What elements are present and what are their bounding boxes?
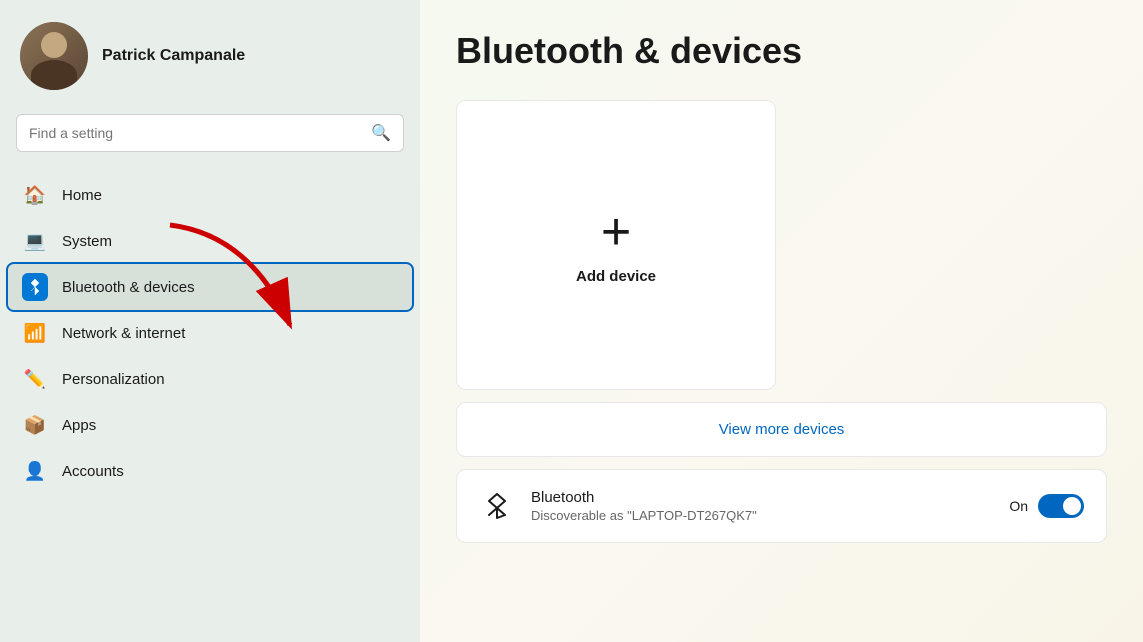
accounts-icon: 👤 [22,458,48,484]
bluetooth-status-label: On [1009,498,1028,514]
avatar [20,22,88,90]
apps-icon: 📦 [22,412,48,438]
search-input[interactable] [29,125,363,141]
system-icon: 💻 [22,228,48,254]
user-name: Patrick Campanale [102,47,245,65]
sidebar-item-personalization-label: Personalization [62,371,165,388]
page-title: Bluetooth & devices [456,30,1107,72]
sidebar-item-accounts[interactable]: 👤 Accounts [8,448,412,494]
network-icon: 📶 [22,320,48,346]
add-device-card[interactable]: + Add device [456,100,776,390]
sidebar-item-accounts-label: Accounts [62,463,124,480]
view-more-card[interactable]: View more devices [456,402,1107,457]
sidebar-item-home-label: Home [62,187,102,204]
sidebar-item-home[interactable]: 🏠 Home [8,172,412,218]
bluetooth-card-icon [479,488,515,524]
view-more-link[interactable]: View more devices [719,421,845,438]
sidebar-item-personalization[interactable]: ✏️ Personalization [8,356,412,402]
sidebar-item-network-label: Network & internet [62,325,185,342]
bluetooth-title: Bluetooth [531,489,993,506]
sidebar-item-bluetooth-label: Bluetooth & devices [62,279,195,296]
search-icon: 🔍 [371,123,391,143]
toggle-container: On [1009,494,1084,518]
bluetooth-card: Bluetooth Discoverable as "LAPTOP-DT267Q… [456,469,1107,543]
sidebar-item-system[interactable]: 💻 System [8,218,412,264]
nav-list: 🏠 Home 💻 System Bluetooth & devices [0,168,420,642]
add-device-label: Add device [576,268,656,285]
bluetooth-toggle[interactable] [1038,494,1084,518]
home-icon: 🏠 [22,182,48,208]
sidebar-item-network[interactable]: 📶 Network & internet [8,310,412,356]
search-box[interactable]: 🔍 [16,114,404,152]
sidebar-item-apps[interactable]: 📦 Apps [8,402,412,448]
sidebar-item-system-label: System [62,233,112,250]
sidebar-item-apps-label: Apps [62,417,96,434]
personalization-icon: ✏️ [22,366,48,392]
sidebar-item-bluetooth[interactable]: Bluetooth & devices [8,264,412,310]
main-content: Bluetooth & devices + Add device View mo… [420,0,1143,642]
plus-icon: + [601,206,631,258]
bluetooth-info: Bluetooth Discoverable as "LAPTOP-DT267Q… [531,489,993,523]
bluetooth-nav-icon [22,274,48,300]
bluetooth-subtitle: Discoverable as "LAPTOP-DT267QK7" [531,508,993,523]
